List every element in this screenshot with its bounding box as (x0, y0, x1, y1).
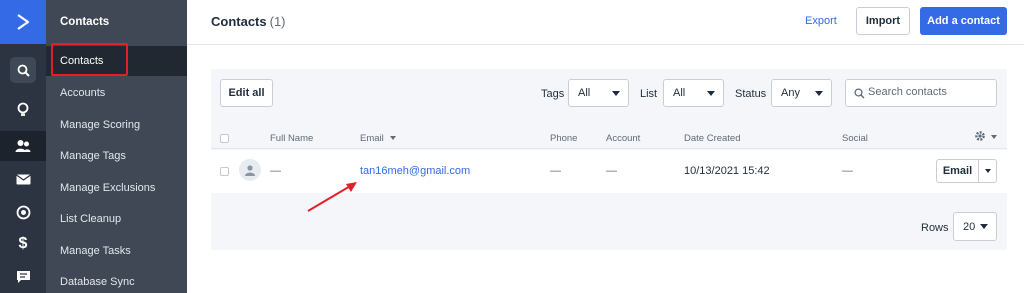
tags-filter-label: Tags (541, 88, 565, 100)
tags-select-value: All (578, 87, 591, 99)
sort-down-icon (390, 136, 397, 141)
cell-date-created: 10/13/2021 15:42 (684, 165, 770, 177)
page-header: Contacts (1) Export Import Add a contact (187, 0, 1024, 45)
lightbulb-icon[interactable] (0, 95, 46, 125)
email-action-dropdown[interactable] (979, 160, 996, 182)
user-icon (245, 165, 255, 176)
chat-icon[interactable] (0, 262, 46, 292)
tags-select[interactable]: All (568, 79, 629, 107)
import-button[interactable]: Import (856, 7, 910, 35)
subnav-item-database-sync[interactable]: Database Sync (46, 267, 187, 293)
rows-per-page-value: 20 (963, 220, 976, 233)
table-header: Full Name Email Phone Account Date Creat… (211, 127, 1007, 149)
column-account[interactable]: Account (606, 133, 640, 144)
column-phone[interactable]: Phone (550, 133, 577, 144)
cell-account: — (606, 165, 617, 177)
app-icon-rail: $ (0, 0, 46, 293)
target-icon[interactable] (0, 197, 46, 227)
chevron-down-icon (815, 91, 823, 96)
chevron-down-icon[interactable] (991, 135, 997, 139)
add-contact-button[interactable]: Add a contact (920, 7, 1007, 35)
gear-icon[interactable] (974, 130, 986, 145)
search-icon (854, 88, 865, 99)
search-box (845, 79, 997, 107)
cell-phone: — (550, 165, 561, 177)
subnav-item-manage-scoring[interactable]: Manage Scoring (46, 110, 187, 140)
column-email-label: Email (360, 133, 384, 144)
status-filter-label: Status (735, 88, 767, 100)
cell-full-name: — (270, 165, 281, 177)
chevron-down-icon (985, 169, 991, 173)
row-checkbox[interactable] (220, 167, 229, 176)
subnav-item-list-cleanup[interactable]: List Cleanup (46, 204, 187, 234)
envelope-icon[interactable] (0, 164, 46, 194)
status-select[interactable]: Any (771, 79, 832, 107)
subnav-item-manage-tasks[interactable]: Manage Tasks (46, 236, 187, 266)
logo-chevron-icon[interactable] (0, 0, 46, 44)
search-nav[interactable] (0, 55, 46, 85)
status-select-value: Any (781, 87, 800, 99)
column-full-name[interactable]: Full Name (270, 133, 313, 144)
chevron-down-icon (612, 91, 620, 96)
column-email[interactable]: Email (360, 133, 397, 144)
column-date-created[interactable]: Date Created (684, 133, 741, 144)
search-icon (10, 57, 36, 83)
subnav-item-manage-exclusions[interactable]: Manage Exclusions (46, 173, 187, 203)
contacts-icon[interactable] (0, 131, 46, 161)
email-split-button: Email (936, 159, 997, 183)
rows-per-page-select[interactable]: 20 (953, 212, 997, 241)
chevron-down-icon (980, 224, 988, 229)
edit-all-button[interactable]: Edit all (220, 79, 273, 107)
cell-social: — (842, 165, 853, 177)
subnav-header: Contacts (60, 16, 110, 28)
page-title: Contacts (1) (211, 14, 286, 29)
select-all-checkbox[interactable] (220, 134, 229, 143)
column-social[interactable]: Social (842, 133, 868, 144)
list-select-value: All (673, 87, 686, 99)
annotation-arrow-icon (307, 182, 357, 212)
list-select[interactable]: All (663, 79, 724, 107)
subnav-item-accounts[interactable]: Accounts (46, 78, 187, 108)
page-title-text: Contacts (211, 14, 267, 29)
annotation-highlight-box (51, 43, 128, 76)
contact-count: (1) (269, 14, 286, 29)
filter-bar: Edit all Tags All List All Status Any (211, 69, 1007, 119)
subnav-item-manage-tags[interactable]: Manage Tags (46, 141, 187, 171)
export-link[interactable]: Export (805, 15, 837, 27)
list-filter-label: List (640, 88, 658, 100)
contacts-panel: Edit all Tags All List All Status Any Fu… (211, 69, 1007, 250)
email-action-button[interactable]: Email (937, 160, 979, 182)
search-input[interactable] (868, 86, 992, 98)
cell-email-link[interactable]: tan16meh@gmail.com (360, 165, 470, 177)
dollar-icon[interactable]: $ (0, 229, 46, 259)
rows-per-page-label: Rows (921, 222, 949, 234)
chevron-down-icon (707, 91, 715, 96)
avatar (239, 159, 261, 181)
